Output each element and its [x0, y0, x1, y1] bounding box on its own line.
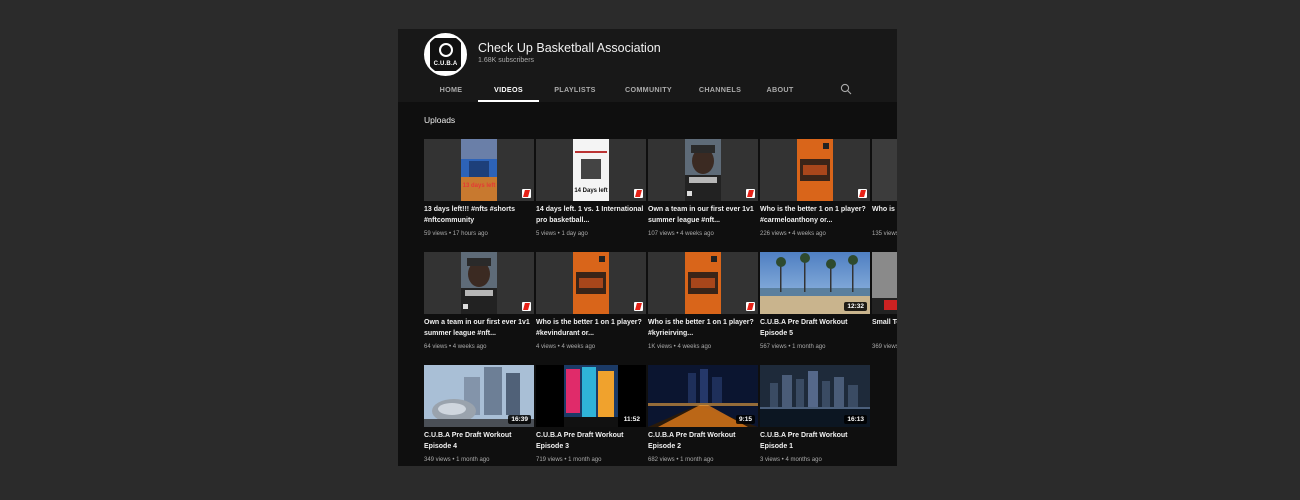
- thumbnail-art: [461, 252, 497, 314]
- tab-community[interactable]: COMMUNITY: [611, 77, 686, 102]
- video-card[interactable]: Own a team in our first ever 1v1 summer …: [648, 139, 758, 237]
- video-card[interactable]: 12:32 C.U.B.A Pre Draft Workout Episode 5…: [760, 252, 870, 350]
- video-card[interactable]: Small To (Amityvi 369 views: [872, 252, 897, 350]
- channel-name: Check Up Basketball Association: [478, 41, 661, 55]
- video-meta: 1K views • 4 weeks ago: [648, 344, 712, 350]
- video-thumbnail[interactable]: 16:13: [760, 365, 870, 427]
- video-meta: 719 views • 1 month ago: [536, 457, 602, 463]
- thumbnail-art: [685, 252, 721, 314]
- thumbnail-art: [872, 252, 897, 314]
- channel-tabs: HOME VIDEOS PLAYLISTS COMMUNITY CHANNELS ABOU…: [424, 77, 806, 102]
- video-title[interactable]: C.U.B.A Pre Draft Workout Episode 3: [536, 431, 646, 452]
- avatar-logo: C.U.B.A: [430, 38, 461, 71]
- video-meta: 5 views • 1 day ago: [536, 231, 588, 237]
- duration-badge: 11:52: [620, 415, 643, 424]
- video-thumbnail[interactable]: [424, 252, 534, 314]
- tab-videos[interactable]: VIDEOS: [478, 77, 539, 102]
- video-thumbnail[interactable]: 11:52: [536, 365, 646, 427]
- thumbnail-art: [685, 139, 721, 201]
- video-thumbnail[interactable]: [536, 252, 646, 314]
- video-card[interactable]: Who is better 1 on 1 out of 3 to 1 135 vi…: [872, 139, 897, 237]
- youtube-channel-page: C.U.B.A Check Up Basketball Association …: [398, 29, 897, 466]
- thumbnail-art: 14 Days left: [573, 139, 609, 201]
- video-thumbnail[interactable]: [648, 252, 758, 314]
- video-meta: 349 views • 1 month ago: [424, 457, 490, 463]
- video-meta: 226 views • 4 weeks ago: [760, 231, 826, 237]
- video-card[interactable]: 16:13 C.U.B.A Pre Draft Workout Episode 1…: [760, 365, 870, 463]
- video-title[interactable]: Who is the better 1 on 1 player? #kyriei…: [648, 318, 758, 339]
- thumbnail-art: [872, 139, 897, 201]
- thumbnail-art: 13 days left: [461, 139, 497, 201]
- shorts-icon: [858, 189, 867, 198]
- video-meta: 135 views: [872, 231, 897, 237]
- video-thumbnail[interactable]: 13 days left: [424, 139, 534, 201]
- video-title[interactable]: Own a team in our first ever 1v1 summer …: [648, 205, 758, 226]
- channel-header: C.U.B.A Check Up Basketball Association …: [398, 29, 897, 102]
- tab-home[interactable]: HOME: [424, 77, 478, 102]
- tab-channels[interactable]: CHANNELS: [686, 77, 754, 102]
- video-thumbnail[interactable]: 16:39: [424, 365, 534, 427]
- avatar-text: C.U.B.A: [433, 61, 458, 67]
- video-title[interactable]: Small To (Amityvi: [872, 318, 897, 339]
- video-meta: 3 views • 4 months ago: [760, 457, 822, 463]
- video-title[interactable]: C.U.B.A Pre Draft Workout Episode 1: [760, 431, 870, 452]
- video-thumbnail[interactable]: 14 Days left: [536, 139, 646, 201]
- shorts-icon: [746, 302, 755, 311]
- thumbnail-art: [797, 139, 833, 201]
- thumbnail-caption: 14 Days left: [574, 188, 607, 194]
- video-card[interactable]: 9:15 C.U.B.A Pre Draft Workout Episode 2 6…: [648, 365, 758, 463]
- video-card[interactable]: 13 days left 13 days left!!! #nfts #short…: [424, 139, 534, 237]
- tab-playlists[interactable]: PLAYLISTS: [539, 77, 611, 102]
- video-title[interactable]: Who is the better 1 on 1 player? #carmel…: [760, 205, 870, 226]
- video-meta: 4 views • 4 weeks ago: [536, 344, 596, 350]
- video-thumbnail[interactable]: 12:32: [760, 252, 870, 314]
- video-title[interactable]: C.U.B.A Pre Draft Workout Episode 2: [648, 431, 758, 452]
- shorts-icon: [522, 302, 531, 311]
- video-title[interactable]: Own a team in our first ever 1v1 summer …: [424, 318, 534, 339]
- duration-badge: 12:32: [844, 302, 867, 311]
- shorts-icon: [634, 189, 643, 198]
- tab-about[interactable]: ABOUT: [754, 77, 806, 102]
- video-card[interactable]: 14 Days left 14 days left. 1 vs. 1 Intern…: [536, 139, 646, 237]
- video-thumbnail[interactable]: 9:15: [648, 365, 758, 427]
- video-title[interactable]: C.U.B.A Pre Draft Workout Episode 4: [424, 431, 534, 452]
- video-title[interactable]: Who is better 1 on 1 out of 3 to 1: [872, 205, 897, 226]
- video-meta: 369 views: [872, 344, 897, 350]
- video-meta: 59 views • 17 hours ago: [424, 231, 488, 237]
- video-title[interactable]: Who is the better 1 on 1 player? #kevind…: [536, 318, 646, 339]
- video-card[interactable]: Own a team in our first ever 1v1 summer …: [424, 252, 534, 350]
- video-thumbnail[interactable]: [872, 252, 897, 314]
- channel-avatar[interactable]: C.U.B.A: [424, 33, 467, 76]
- section-title: Uploads: [424, 115, 456, 125]
- video-meta: 682 views • 1 month ago: [648, 457, 714, 463]
- video-title[interactable]: C.U.B.A Pre Draft Workout Episode 5: [760, 318, 870, 339]
- video-meta: 107 views • 4 weeks ago: [648, 231, 714, 237]
- video-title[interactable]: 14 days left. 1 vs. 1 International pro …: [536, 205, 646, 226]
- video-thumbnail[interactable]: [648, 139, 758, 201]
- thumbnail-art: [573, 252, 609, 314]
- duration-badge: 9:15: [735, 415, 755, 424]
- video-card[interactable]: Who is the better 1 on 1 player? #carmel…: [760, 139, 870, 237]
- shorts-icon: [634, 302, 643, 311]
- subscriber-count: 1.68K subscribers: [478, 57, 535, 64]
- duration-badge: 16:39: [508, 415, 531, 424]
- video-thumbnail[interactable]: [760, 139, 870, 201]
- video-card[interactable]: Who is the better 1 on 1 player? #kevind…: [536, 252, 646, 350]
- video-thumbnail[interactable]: [872, 139, 897, 201]
- video-card[interactable]: 16:39 C.U.B.A Pre Draft Workout Episode 4…: [424, 365, 534, 463]
- video-meta: 64 views • 4 weeks ago: [424, 344, 487, 350]
- basketball-icon: [439, 43, 453, 57]
- video-meta: 567 views • 1 month ago: [760, 344, 826, 350]
- shorts-icon: [746, 189, 755, 198]
- video-card[interactable]: 11:52 C.U.B.A Pre Draft Workout Episode 3…: [536, 365, 646, 463]
- thumbnail-caption: 13 days left: [463, 183, 496, 189]
- duration-badge: 16:13: [844, 415, 867, 424]
- shorts-icon: [522, 189, 531, 198]
- video-card[interactable]: Who is the better 1 on 1 player? #kyriei…: [648, 252, 758, 350]
- video-title[interactable]: 13 days left!!! #nfts #shorts #nftcommun…: [424, 205, 534, 226]
- search-icon[interactable]: [840, 83, 852, 95]
